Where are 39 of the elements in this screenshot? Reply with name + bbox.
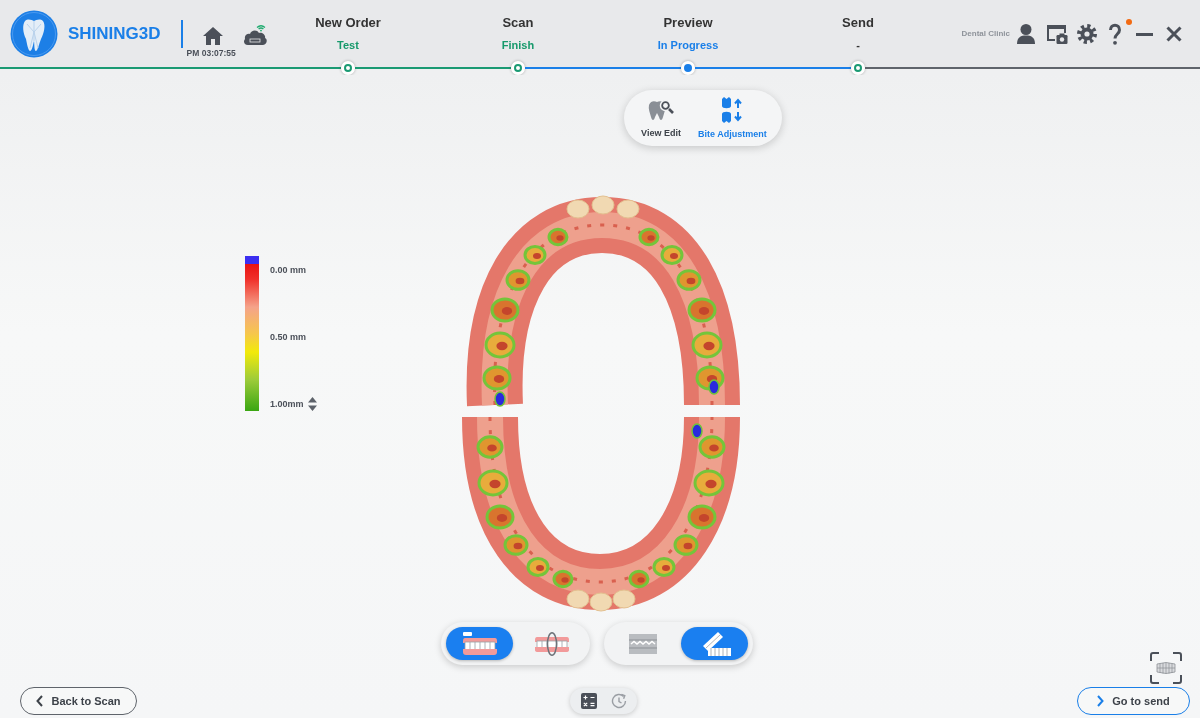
scale-label: 0.00 mm: [270, 264, 307, 277]
step-status: -: [856, 38, 860, 52]
back-to-scan-button[interactable]: Back to Scan: [20, 687, 137, 715]
display-toggle-button[interactable]: [446, 627, 513, 660]
mode-tab[interactable]: Bite Adjustment: [698, 96, 767, 140]
step-status: In Progress: [657, 38, 719, 52]
step-title: New Order: [315, 15, 381, 31]
step-title: Preview: [663, 15, 713, 31]
tooth-logo-icon: [10, 10, 58, 58]
teeth-arrows-icon: [721, 96, 744, 123]
mode-tab[interactable]: View Edit: [638, 97, 684, 139]
brand-name: SHINING3D: [68, 23, 161, 46]
settings-icon[interactable]: [1077, 24, 1097, 44]
scale-label: 0.50 mm: [270, 331, 307, 344]
user-icon[interactable]: [1016, 23, 1036, 45]
side-teeth-icon: [626, 631, 659, 656]
chevron-right-icon: [1097, 695, 1105, 707]
jaws-front-icon: [461, 631, 498, 656]
close-icon[interactable]: [1166, 26, 1182, 42]
step-title: Scan: [502, 15, 534, 31]
chevron-left-icon: [36, 695, 44, 707]
step-status: Finish: [501, 38, 535, 52]
window-camera-icon[interactable]: [1046, 23, 1068, 45]
frame-corners-teeth-icon[interactable]: [1150, 652, 1182, 684]
step-status: Test: [337, 38, 359, 52]
home-icon[interactable]: [201, 26, 224, 46]
calculator-icon[interactable]: [580, 693, 597, 709]
jaws-rotation-icon: [533, 631, 570, 656]
display-toggle-button[interactable]: [681, 627, 748, 660]
go-to-send-button[interactable]: Go to send: [1077, 687, 1190, 715]
step-title: Send: [842, 15, 874, 31]
account-name: Dental Clinic: [961, 28, 1010, 40]
up-down-stepper-icon[interactable]: [307, 397, 317, 411]
help-icon[interactable]: [1108, 23, 1122, 45]
clock-time: PM 03:07:55: [186, 48, 237, 58]
scale-label: 1.00mm: [270, 398, 304, 411]
cloud-wifi-icon[interactable]: [241, 24, 268, 46]
minimize-icon[interactable]: [1136, 32, 1153, 36]
tooth-magnifier-icon: [648, 97, 674, 122]
